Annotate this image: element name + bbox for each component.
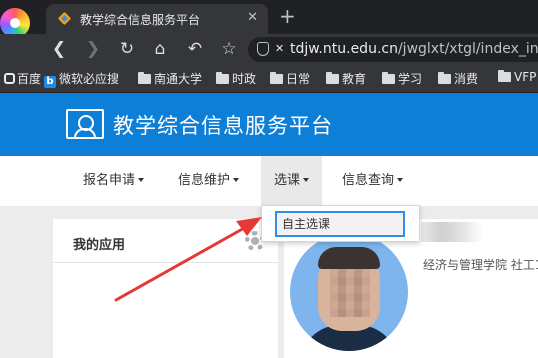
tab-title: 教学综合信息服务平台 <box>80 13 201 27</box>
bookmark-folder[interactable]: 教育 <box>326 70 366 87</box>
bookmark-folder[interactable]: 日常 <box>270 70 310 87</box>
main-nav: 报名申请 信息维护 选课 信息查询 <box>0 156 538 206</box>
avatar <box>290 233 408 351</box>
folder-icon <box>382 72 395 84</box>
folder-icon <box>138 72 151 84</box>
my-apps-title: 我的应用 <box>73 238 126 253</box>
bookmark-folder[interactable]: 时政 <box>216 70 256 87</box>
nav-item-registration[interactable]: 报名申请 <box>70 156 157 206</box>
browser-tab-strip: 教学综合信息服务平台 ✕ + <box>0 0 538 38</box>
caret-down-icon <box>397 178 404 182</box>
folder-icon <box>438 72 451 84</box>
avatar-hair <box>318 247 380 269</box>
folder-icon <box>216 72 229 84</box>
close-tab-icon[interactable]: ✕ <box>247 10 258 25</box>
bookmarks-bar: 百度 b 微软必应搜 南通大学 时政 日常 教育 学习 消费 VFP <box>0 64 538 93</box>
avatar-mosaic <box>330 269 370 317</box>
folder-icon <box>326 72 339 84</box>
browser-tab[interactable]: 教学综合信息服务平台 ✕ <box>46 4 268 34</box>
bookmark-baidu[interactable]: 百度 <box>4 70 41 87</box>
site-info-icon[interactable] <box>257 42 269 56</box>
course-selection-dropdown: 自主选课 <box>261 205 420 242</box>
site-header: 教学综合信息服务平台 <box>0 93 538 156</box>
user-name-redacted <box>421 222 483 242</box>
user-department: 经济与管理学院 社工1 <box>423 258 538 272</box>
bing-icon: b <box>44 76 56 88</box>
caret-down-icon <box>138 178 145 182</box>
caret-down-icon <box>303 178 310 182</box>
baidu-icon <box>4 73 15 84</box>
forward-icon[interactable]: ❯ <box>82 38 104 60</box>
nav-item-course-selection[interactable]: 选课 <box>261 156 323 206</box>
bookmark-folder[interactable]: 学习 <box>382 70 422 87</box>
address-bar[interactable]: ✕ tdjw.ntu.edu.cn/jwglxt/xtgl/index_in <box>248 37 538 62</box>
new-tab-button[interactable]: + <box>279 4 296 28</box>
folder-icon <box>270 72 283 84</box>
bookmark-folder[interactable]: 南通大学 <box>138 70 202 87</box>
menu-item-self-selection[interactable]: 自主选课 <box>275 211 405 237</box>
browser-toolbar: ❮ ❯ ↻ ⌂ ↶ ☆ ✕ tdjw.ntu.edu.cn/jwglxt/xtg… <box>0 34 538 64</box>
folder-icon <box>498 70 511 82</box>
bookmark-folder[interactable]: VFP <box>498 70 536 84</box>
reload-icon[interactable]: ↻ <box>116 38 138 60</box>
not-secure-icon: ✕ <box>275 42 285 55</box>
caret-down-icon <box>233 178 240 182</box>
bookmark-folder[interactable]: 消费 <box>438 70 478 87</box>
site-favicon-icon <box>57 11 72 26</box>
platform-logo-icon <box>66 109 104 139</box>
url-text: tdjw.ntu.edu.cn/jwglxt/xtgl/index_in <box>290 41 538 57</box>
nav-item-info-query[interactable]: 信息查询 <box>329 156 416 206</box>
site-title: 教学综合信息服务平台 <box>113 114 333 138</box>
nav-item-info-maintenance[interactable]: 信息维护 <box>165 156 252 206</box>
star-icon[interactable]: ☆ <box>218 38 240 60</box>
undo-icon[interactable]: ↶ <box>184 38 206 60</box>
bookmark-bing[interactable]: b 微软必应搜 <box>44 70 119 88</box>
back-icon[interactable]: ❮ <box>48 38 70 60</box>
home-icon[interactable]: ⌂ <box>149 38 171 60</box>
